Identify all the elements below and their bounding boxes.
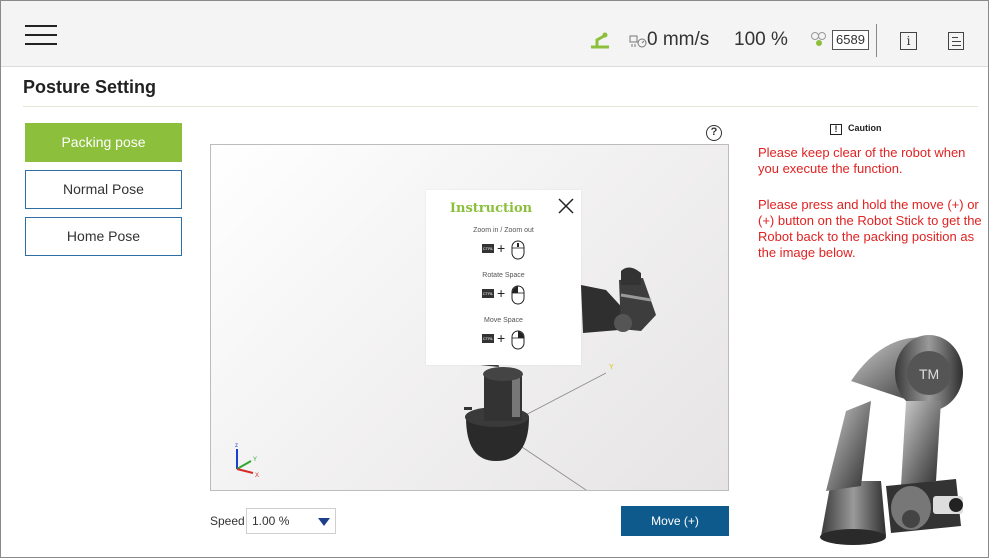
zoom-shortcut: CTRL +: [482, 240, 528, 260]
caution-heading: ! Caution: [830, 123, 882, 135]
mouse-left-click-icon: [511, 285, 525, 305]
move-shortcut: CTRL +: [482, 330, 528, 350]
ctrl-key-icon: CTRL: [482, 244, 494, 253]
plus-sign: +: [497, 330, 506, 346]
zoom-label: Zoom in / Zoom out: [473, 227, 534, 234]
header-divider: [876, 24, 877, 57]
axis-z-label: z: [235, 443, 238, 449]
move-label: Move Space: [484, 317, 523, 324]
chevron-down-icon: [318, 518, 330, 526]
app-window: 0 mm/s 100 % 6589 i Posture Setting Pack…: [0, 0, 989, 558]
svg-text:TM: TM: [919, 366, 939, 382]
ctrl-key-icon: CTRL: [482, 334, 494, 343]
counter-display: 6589: [832, 30, 869, 50]
mouse-right-click-icon: [511, 330, 525, 350]
mouse-scroll-icon: [511, 240, 525, 260]
caution-title: Caution: [848, 123, 882, 133]
speed-percent: 100 %: [734, 29, 788, 50]
packing-pose-robot-image: TM: [820, 335, 963, 545]
caution-icon: !: [830, 124, 842, 135]
home-pose-button[interactable]: Home Pose: [25, 217, 182, 256]
title-divider: [23, 106, 978, 107]
page-title: Posture Setting: [23, 77, 157, 97]
close-icon[interactable]: [558, 198, 574, 214]
robot-3d-viewport[interactable]: Instruction Zoom in / Zoom out CTRL + Ro…: [210, 144, 729, 491]
instruction-title: Instruction: [449, 201, 533, 216]
instruction-panel: Instruction Zoom in / Zoom out CTRL + Ro…: [426, 190, 581, 365]
robot-status-icon: [591, 32, 609, 49]
info-icon[interactable]: i: [900, 32, 917, 50]
interface-icon: [811, 32, 826, 46]
packing-pose-button[interactable]: Packing pose: [25, 123, 182, 162]
top-bar: 0 mm/s 100 % 6589 i: [1, 1, 988, 67]
caution-text-1: Please keep clear of the robot when you …: [758, 145, 966, 176]
plus-sign: +: [497, 285, 506, 301]
rotate-label: Rotate Space: [482, 272, 525, 279]
axis-x-label: X: [255, 473, 259, 479]
target-axis-label: Y: [609, 364, 614, 371]
log-icon[interactable]: [948, 32, 964, 50]
move-plus-button[interactable]: Move (+): [621, 506, 729, 536]
speed-icon: [629, 35, 647, 48]
plus-sign: +: [497, 240, 506, 256]
normal-pose-button[interactable]: Normal Pose: [25, 170, 182, 209]
speed-readout: 0 mm/s: [647, 29, 710, 50]
speed-label: Speed: [210, 514, 245, 528]
help-icon[interactable]: ?: [706, 125, 722, 141]
axis-gizmo-icon: z Y X: [235, 443, 259, 479]
rotate-shortcut: CTRL +: [482, 285, 528, 305]
ctrl-key-icon: CTRL: [482, 289, 494, 298]
axis-y-label: Y: [253, 457, 257, 463]
menu-icon[interactable]: [25, 23, 57, 47]
speed-dropdown-value: 1.00 %: [252, 514, 290, 528]
caution-text-2: Please press and hold the move (+) or (+…: [758, 197, 982, 260]
speed-dropdown[interactable]: 1.00 %: [246, 508, 336, 534]
